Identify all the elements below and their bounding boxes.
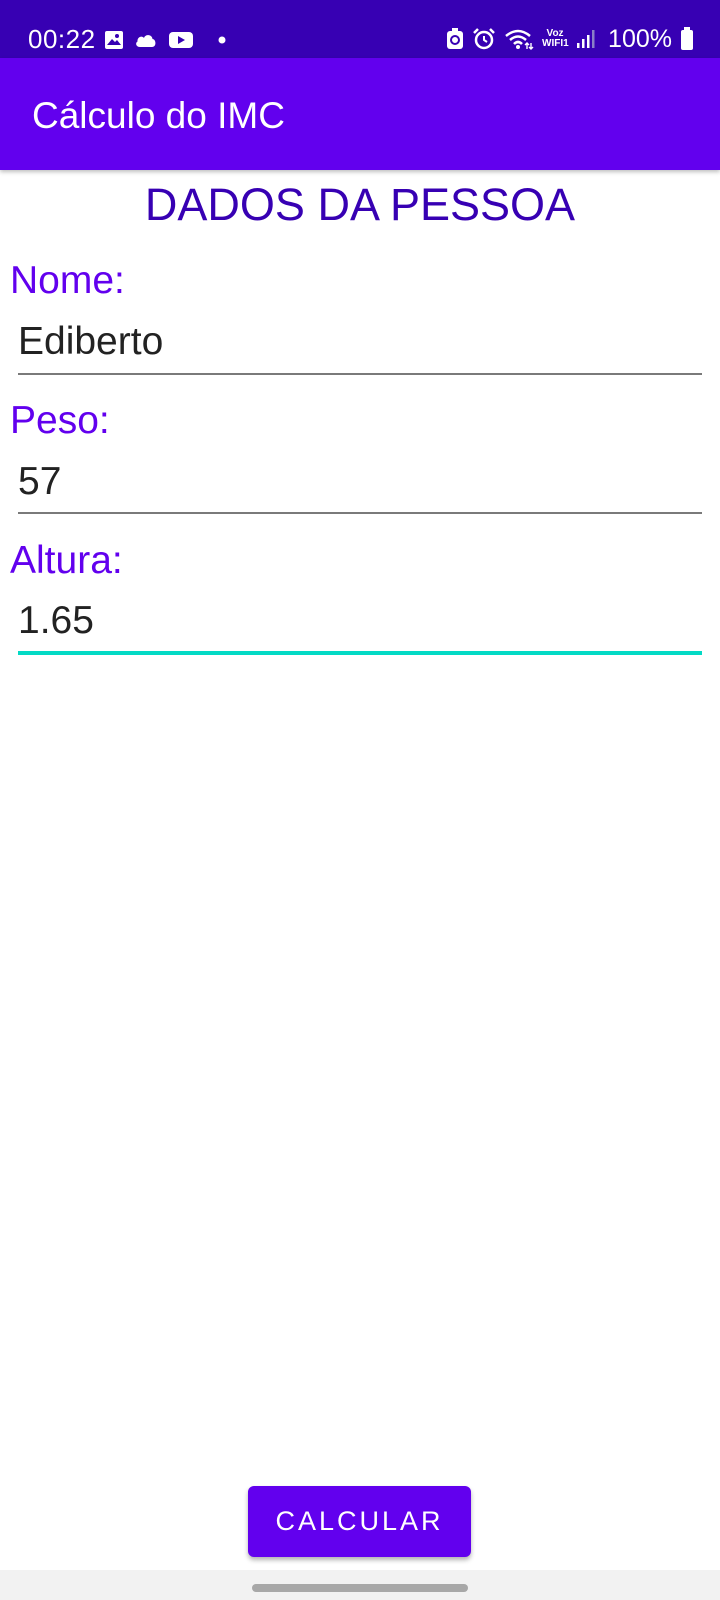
app-title: Cálculo do IMC: [32, 95, 285, 136]
alarm-icon: [472, 27, 496, 51]
weight-label: Peso:: [10, 399, 110, 442]
recycle-icon: [446, 28, 464, 50]
vowifi-icon: Voz WIFI1: [542, 29, 569, 49]
calculate-button[interactable]: CALCULAR: [248, 1486, 471, 1557]
signal-icon: [576, 29, 596, 49]
status-time: 00:22: [28, 24, 96, 54]
height-input-underline: [18, 651, 702, 655]
status-notification-icons: [104, 28, 226, 52]
name-input-underline: [18, 373, 702, 375]
status-bar: 00:22 Voz WIFI1 100%: [0, 0, 720, 58]
weight-input[interactable]: 57: [18, 458, 668, 506]
vowifi-bottom-label: WIFI1: [542, 38, 569, 49]
section-heading: DADOS DA PESSOA: [144, 179, 576, 230]
height-input[interactable]: 1.65: [18, 597, 668, 645]
gallery-icon: [104, 30, 124, 50]
battery-percentage: 100%: [608, 25, 672, 53]
weight-input-underline: [18, 512, 702, 514]
cloud-icon: [134, 31, 158, 49]
name-input[interactable]: Ediberto: [18, 318, 668, 366]
height-label: Altura:: [10, 539, 123, 582]
name-label: Nome:: [10, 259, 125, 302]
battery-icon: [680, 27, 694, 51]
status-system-icons: Voz WIFI1 100%: [446, 24, 694, 54]
youtube-icon: [168, 30, 194, 50]
dot-icon: [218, 36, 226, 44]
app-bar: Cálculo do IMC: [0, 58, 720, 170]
home-gesture-handle[interactable]: [252, 1584, 468, 1592]
navigation-bar: [0, 1570, 720, 1600]
wifi-icon: [504, 28, 534, 50]
